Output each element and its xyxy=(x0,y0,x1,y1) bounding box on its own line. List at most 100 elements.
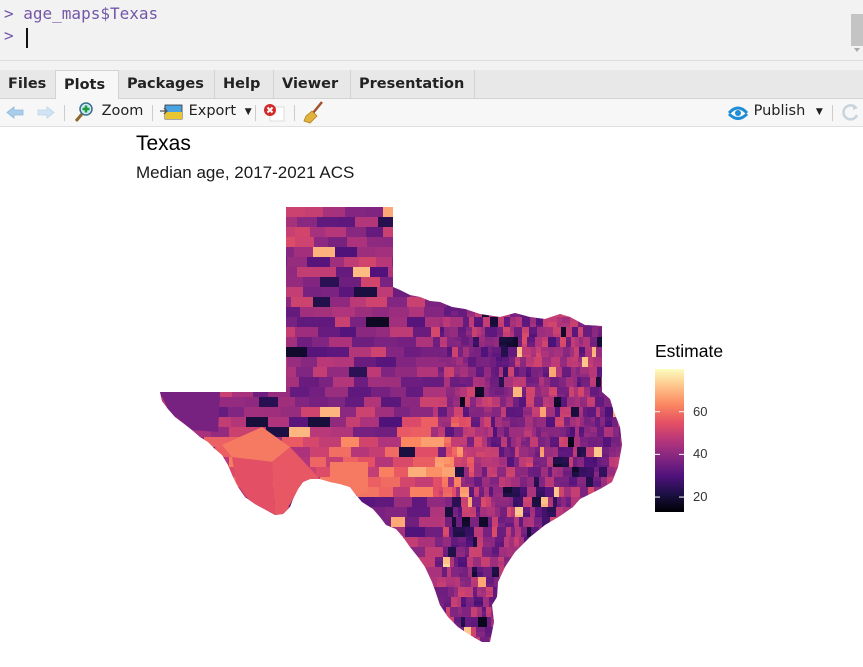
tract-cell xyxy=(263,577,277,587)
tract-cell xyxy=(446,357,451,365)
clear-plots-button[interactable] xyxy=(302,99,324,126)
tract-cell xyxy=(277,217,297,227)
tract-cell xyxy=(551,536,557,537)
tract-cell xyxy=(577,257,581,266)
tract-cell xyxy=(493,635,501,637)
tract-cell xyxy=(576,367,580,374)
tract-cell xyxy=(577,457,584,462)
tract-cell xyxy=(447,567,451,574)
tract-cell xyxy=(615,595,621,597)
tract-cell xyxy=(614,532,621,537)
tract-cell xyxy=(571,296,575,297)
tract-cell xyxy=(606,267,615,272)
tract-cell xyxy=(437,277,444,286)
tract-cell xyxy=(505,482,511,487)
tract-cell xyxy=(588,357,593,364)
tract-cell xyxy=(601,497,610,503)
tract-cell xyxy=(566,504,571,507)
tract-cell xyxy=(471,297,477,302)
tract-cell xyxy=(587,404,595,407)
tract-cell xyxy=(590,377,596,381)
tract-cell xyxy=(518,497,523,506)
tract-cell xyxy=(591,417,595,422)
tract-cell xyxy=(607,207,612,211)
publish-button[interactable]: Publish ▼ xyxy=(727,99,823,126)
tract-cell xyxy=(555,237,560,243)
export-button[interactable]: Export ▼ xyxy=(160,99,252,126)
tract-cell xyxy=(570,347,574,353)
console-pane[interactable]: > age_maps$Texas > xyxy=(0,0,863,60)
tract-cell xyxy=(441,276,446,277)
tract-cell xyxy=(447,645,452,647)
tract-cell xyxy=(556,581,565,585)
back-button[interactable] xyxy=(5,99,25,126)
tract-cell xyxy=(452,506,461,507)
tract-cell xyxy=(567,401,575,405)
tab-files[interactable]: Files xyxy=(0,70,56,99)
tract-cell xyxy=(443,317,450,323)
console-scrollbar[interactable] xyxy=(851,14,863,46)
tract-cell xyxy=(509,503,513,507)
tract-cell xyxy=(526,357,534,363)
tract-cell xyxy=(545,437,550,444)
tract-cell xyxy=(407,297,425,307)
tract-cell xyxy=(587,415,596,417)
tract-cell xyxy=(523,502,532,507)
tract-cell xyxy=(486,263,490,267)
tract-cell xyxy=(593,317,597,323)
tab-packages[interactable]: Packages xyxy=(119,70,215,99)
tract-cell xyxy=(273,597,289,607)
remove-plot-button[interactable] xyxy=(262,99,286,126)
tract-cell xyxy=(489,307,495,315)
tract-cell xyxy=(229,427,245,437)
tract-cell xyxy=(530,437,538,444)
refresh-button[interactable] xyxy=(839,99,861,126)
tract-cell xyxy=(450,326,458,327)
tract-cell xyxy=(615,307,622,314)
tract-cell xyxy=(564,263,573,267)
tract-cell xyxy=(579,344,583,347)
scroll-down-icon[interactable] xyxy=(854,48,860,52)
tract-cell xyxy=(471,642,476,647)
tab-presentation[interactable]: Presentation xyxy=(351,70,475,99)
tract-cell xyxy=(426,607,446,617)
tract-cell xyxy=(291,297,313,307)
tract-cell xyxy=(610,351,619,355)
tract-cell xyxy=(520,357,526,363)
tract-cell xyxy=(464,274,472,277)
tract-cell xyxy=(497,427,504,431)
tract-cell xyxy=(561,275,570,277)
tab-viewer[interactable]: Viewer xyxy=(274,70,351,99)
tract-cell xyxy=(443,546,451,547)
tract-cell xyxy=(527,261,532,265)
tract-cell xyxy=(506,527,511,535)
tract-cell xyxy=(520,297,527,304)
tract-cell xyxy=(584,457,593,464)
forward-button[interactable] xyxy=(36,99,56,126)
tract-cell xyxy=(572,357,578,361)
tract-cell xyxy=(448,255,452,257)
tract-cell xyxy=(314,237,328,247)
console-prompt[interactable]: > xyxy=(4,26,23,45)
tract-cell xyxy=(249,347,263,357)
tract-cell xyxy=(427,497,445,507)
tract-cell xyxy=(440,597,444,603)
tract-cell xyxy=(566,341,571,345)
tract-cell xyxy=(267,567,283,577)
tract-cell xyxy=(500,505,509,507)
tract-cell xyxy=(402,627,424,637)
zoom-button[interactable]: Zoom xyxy=(73,99,143,126)
tract-cell xyxy=(512,305,520,307)
tract-cell xyxy=(567,397,575,401)
tract-cell xyxy=(571,416,579,417)
tract-cell xyxy=(375,427,397,437)
tab-help[interactable]: Help xyxy=(215,70,274,99)
tab-plots[interactable]: Plots xyxy=(56,70,119,100)
tract-cell xyxy=(445,523,452,527)
tract-cell xyxy=(463,347,469,356)
tract-cell xyxy=(623,217,628,221)
text-cursor xyxy=(26,28,28,48)
tract-cell xyxy=(571,367,576,375)
tract-cell xyxy=(452,517,456,525)
tract-cell xyxy=(336,537,357,547)
